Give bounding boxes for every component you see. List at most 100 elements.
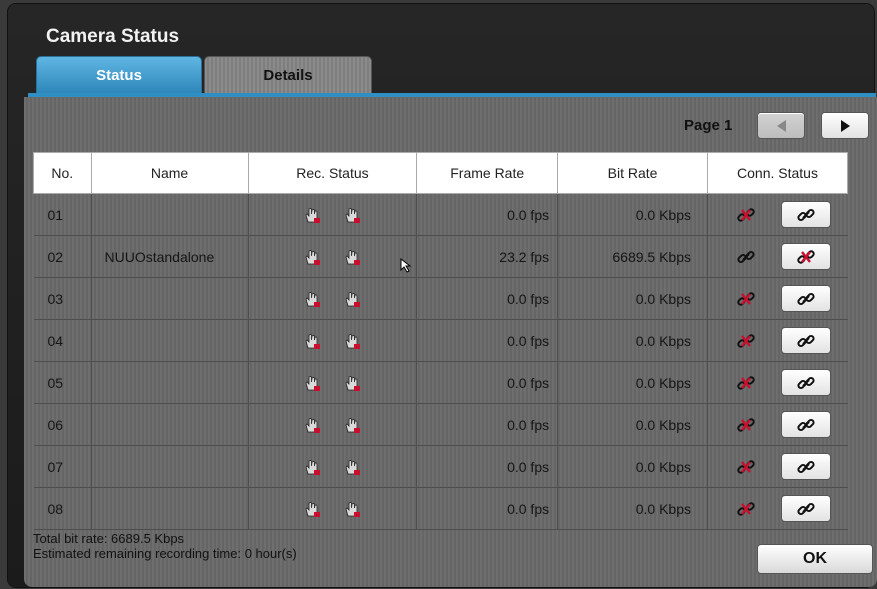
cell-no: 01: [33, 193, 91, 236]
connect-button[interactable]: [782, 412, 830, 437]
table-row[interactable]: 08 0.0 fps 0.0 Kbps: [33, 487, 848, 530]
table-row[interactable]: 02 NUUOstandalone 23.2 fps 6689.5 Kbps: [33, 235, 848, 278]
cell-name: [90, 193, 249, 236]
hand-icon[interactable]: [343, 416, 361, 434]
broken-link-icon: [736, 289, 756, 309]
hand-icon[interactable]: [343, 500, 361, 518]
cell-name: [90, 319, 249, 362]
connect-button[interactable]: [782, 370, 830, 395]
disconnect-button[interactable]: [782, 244, 830, 269]
link-icon: [796, 289, 816, 309]
hand-icon[interactable]: [303, 500, 321, 518]
column-header-bit-rate: Bit Rate: [557, 152, 708, 194]
cell-conn-status: [707, 319, 848, 362]
cell-bit-rate: 0.0 Kbps: [557, 445, 708, 488]
link-icon: [796, 415, 816, 435]
cell-name: [90, 403, 249, 446]
hand-icon[interactable]: [303, 458, 321, 476]
broken-link-icon: [736, 331, 756, 351]
table-row[interactable]: 03 0.0 fps 0.0 Kbps: [33, 277, 848, 320]
window-title: Camera Status: [46, 26, 180, 47]
tab-details[interactable]: Details: [204, 56, 372, 95]
triangle-right-icon: [840, 119, 850, 132]
cell-rec-status: [247, 277, 417, 320]
table-header-row: No. Name Rec. Status Frame Rate Bit Rate…: [33, 152, 848, 194]
connect-button[interactable]: [782, 202, 830, 227]
total-bit-rate: Total bit rate: 6689.5 Kbps: [33, 531, 185, 546]
link-icon: [796, 331, 816, 351]
hand-icon[interactable]: [303, 416, 321, 434]
hand-icon[interactable]: [343, 374, 361, 392]
link-icon: [796, 373, 816, 393]
table-row[interactable]: 04 0.0 fps 0.0 Kbps: [33, 319, 848, 362]
connect-button[interactable]: [782, 496, 830, 521]
hand-icon[interactable]: [343, 206, 361, 224]
mouse-cursor-icon: [400, 258, 412, 273]
cell-rec-status: [247, 193, 417, 236]
cell-no: 05: [33, 361, 91, 404]
table-row[interactable]: 05 0.0 fps 0.0 Kbps: [33, 361, 848, 404]
cell-bit-rate: 6689.5 Kbps: [557, 235, 708, 278]
hand-icon[interactable]: [343, 458, 361, 476]
link-icon: [796, 205, 816, 225]
hand-icon[interactable]: [303, 290, 321, 308]
cell-frame-rate: 23.2 fps: [416, 235, 558, 278]
broken-link-icon: [736, 205, 756, 225]
cell-rec-status: [247, 319, 417, 362]
connect-button[interactable]: [782, 328, 830, 353]
column-header-frame-rate: Frame Rate: [416, 152, 559, 194]
cell-rec-status: [247, 235, 417, 278]
cell-name: [90, 361, 249, 404]
ok-button[interactable]: OK: [758, 545, 872, 573]
cell-no: 03: [33, 277, 91, 320]
remaining-recording-time: Estimated remaining recording time: 0 ho…: [33, 546, 297, 561]
cell-frame-rate: 0.0 fps: [416, 445, 558, 488]
column-header-conn-status: Conn. Status: [707, 152, 848, 194]
cell-no: 08: [33, 487, 91, 530]
column-header-name: Name: [90, 152, 249, 194]
cell-name: NUUOstandalone: [90, 235, 249, 278]
cell-bit-rate: 0.0 Kbps: [557, 319, 708, 362]
table-row[interactable]: 01 0.0 fps 0.0 Kbps: [33, 193, 848, 236]
tab-status[interactable]: Status: [36, 56, 202, 101]
prev-page-button[interactable]: [758, 113, 804, 138]
cell-rec-status: [247, 403, 417, 446]
hand-icon[interactable]: [303, 206, 321, 224]
cell-conn-status: [707, 445, 848, 488]
cell-frame-rate: 0.0 fps: [416, 277, 558, 320]
hand-icon[interactable]: [343, 332, 361, 350]
cell-bit-rate: 0.0 Kbps: [557, 403, 708, 446]
link-icon: [796, 499, 816, 519]
connect-button[interactable]: [782, 454, 830, 479]
table-row[interactable]: 07 0.0 fps 0.0 Kbps: [33, 445, 848, 488]
hand-icon[interactable]: [303, 332, 321, 350]
column-header-rec-status: Rec. Status: [247, 152, 418, 194]
hand-icon[interactable]: [343, 290, 361, 308]
broken-link-icon: [736, 457, 756, 477]
cell-bit-rate: 0.0 Kbps: [557, 361, 708, 404]
broken-link-icon: [736, 415, 756, 435]
cell-frame-rate: 0.0 fps: [416, 487, 558, 530]
cell-rec-status: [247, 487, 417, 530]
camera-table: No. Name Rec. Status Frame Rate Bit Rate…: [33, 152, 848, 530]
page-indicator: Page 1: [684, 117, 733, 134]
link-icon: [736, 247, 756, 267]
table-row[interactable]: 06 0.0 fps 0.0 Kbps: [33, 403, 848, 446]
cell-name: [90, 277, 249, 320]
broken-link-icon: [736, 499, 756, 519]
cell-frame-rate: 0.0 fps: [416, 193, 558, 236]
cell-conn-status: [707, 193, 848, 236]
broken-link-icon: [796, 247, 816, 267]
cell-name: [90, 487, 249, 530]
cell-no: 02: [33, 235, 91, 278]
cell-rec-status: [247, 361, 417, 404]
cell-conn-status: [707, 277, 848, 320]
hand-icon[interactable]: [303, 374, 321, 392]
cell-no: 04: [33, 319, 91, 362]
next-page-button[interactable]: [822, 113, 868, 138]
column-header-no: No.: [33, 152, 92, 194]
triangle-left-icon: [776, 119, 786, 132]
hand-icon[interactable]: [303, 248, 321, 266]
connect-button[interactable]: [782, 286, 830, 311]
hand-icon[interactable]: [343, 248, 361, 266]
